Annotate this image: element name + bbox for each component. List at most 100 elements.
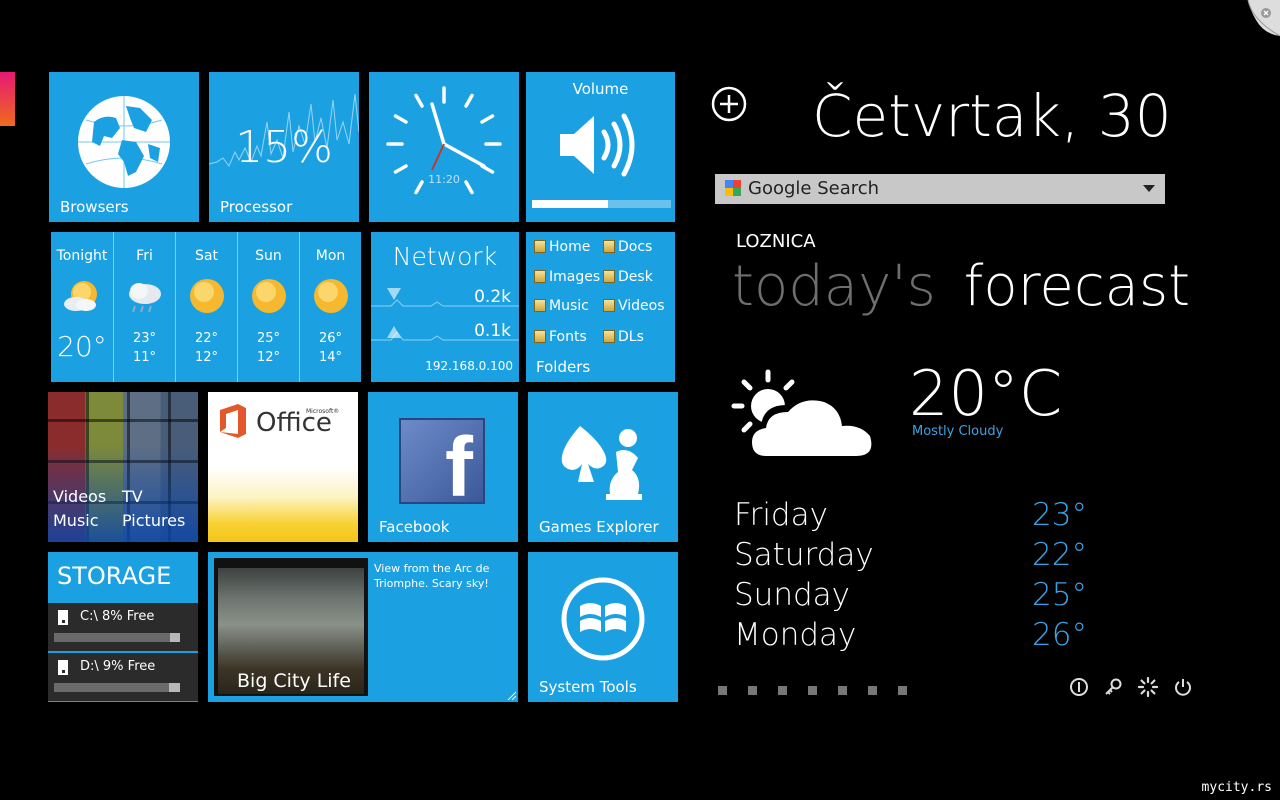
search-box[interactable]: Google Search [715, 174, 1165, 204]
forecast-heading-forecast: forecast [963, 254, 1191, 319]
drive-c[interactable]: C:\ 8% Free [48, 603, 198, 651]
weather-day-label: Sun [255, 248, 282, 264]
page-dot[interactable] [868, 686, 877, 695]
browsers-tile[interactable]: Browsers [49, 72, 199, 222]
power-icon[interactable] [1173, 677, 1193, 697]
drive-usage-fill [54, 633, 170, 642]
office-tile[interactable]: Microsoft® Office [208, 392, 358, 542]
page-dot[interactable] [838, 686, 847, 695]
clock-digital-time: 11:20 [428, 173, 460, 186]
forecast-day: Saturday [734, 537, 874, 573]
photo-tile[interactable]: Big City Life View from the Arc de Triom… [208, 552, 518, 702]
photo-frame[interactable]: Big City Life [214, 558, 368, 696]
folder-icon [603, 299, 615, 312]
folder-videos[interactable]: Videos [603, 298, 665, 314]
folders-title: Folders [536, 358, 591, 376]
folder-label: Images [549, 269, 601, 285]
drive-d[interactable]: D:\ 9% Free [48, 653, 198, 701]
folder-label: Docs [618, 239, 653, 255]
speaker-icon [560, 113, 635, 177]
weather-tile[interactable]: Tonight 20° Fri 23° 11° Sat 22° 12° Sun … [51, 232, 361, 382]
forecast-day: Monday [734, 617, 857, 653]
folder-label: DLs [618, 329, 644, 345]
forecast-heading: today's forecast [732, 254, 1190, 319]
weather-day-label: Tonight [56, 248, 108, 264]
folder-music[interactable]: Music [534, 298, 589, 314]
photo-description: View from the Arc de Triomphe. Scary sky… [374, 562, 490, 590]
weather-day-sun: Sun 25° 12° [238, 232, 300, 382]
page-dot[interactable] [778, 686, 787, 695]
weather-day-sat: Sat 22° 12° [176, 232, 238, 382]
forecast-temp: 25° [1032, 577, 1087, 613]
media-videos-label[interactable]: Videos [53, 487, 106, 506]
key-icon[interactable] [1103, 677, 1123, 697]
folder-docs[interactable]: Docs [603, 239, 652, 255]
system-tools-tile[interactable]: System Tools [528, 552, 678, 702]
chevron-down-icon[interactable] [1143, 185, 1155, 193]
resize-grip-icon[interactable] [506, 690, 516, 700]
folder-icon [534, 330, 546, 343]
weather-low: 11° [132, 350, 157, 365]
clock-tile[interactable]: 11:20 [369, 72, 519, 222]
drive-usage-fill [54, 683, 169, 692]
volume-tile[interactable]: Volume [526, 72, 675, 222]
folder-label: Home [549, 239, 591, 255]
weather-high: 22° [194, 331, 219, 346]
facebook-logo-icon: f [399, 418, 485, 514]
forecast-temp: 26° [1032, 617, 1087, 653]
volume-title: Volume [572, 80, 629, 98]
folder-label: Videos [618, 298, 665, 314]
drive-label: C:\ 8% Free [80, 609, 155, 624]
weather-high: 25° [256, 331, 281, 346]
volume-slider-fill [532, 200, 609, 208]
weather-high: 23° [132, 331, 157, 346]
folder-fonts[interactable]: Fonts [534, 329, 587, 345]
folder-home[interactable]: Home [534, 239, 590, 255]
loading-icon[interactable] [1138, 677, 1158, 697]
page-dot[interactable] [898, 686, 907, 695]
media-music-label[interactable]: Music [53, 511, 99, 530]
browsers-label: Browsers [60, 198, 129, 216]
info-icon[interactable] [1069, 677, 1089, 697]
processor-value: 15% [235, 122, 333, 173]
games-explorer-tile[interactable]: Games Explorer [528, 392, 678, 542]
network-upload-rate: 0.1k [474, 321, 511, 341]
processor-tile[interactable]: 15% Processor [209, 72, 359, 222]
page-dot[interactable] [808, 686, 817, 695]
volume-slider[interactable] [532, 200, 671, 208]
media-tile[interactable]: Videos TV Music Pictures [48, 392, 198, 542]
system-tools-label: System Tools [539, 678, 637, 696]
watermark: mycity.rs [1201, 780, 1272, 795]
media-tv-label[interactable]: TV [122, 487, 143, 506]
forecast-temp: 22° [1032, 537, 1087, 573]
media-pictures-label[interactable]: Pictures [122, 511, 185, 530]
folders-tile[interactable]: Home Docs Images Desk Music Videos Fonts… [526, 232, 675, 382]
weather-tonight-temp: 20° [57, 330, 107, 363]
spade-chess-icon [561, 426, 642, 500]
facebook-tile[interactable]: f Facebook [368, 392, 518, 542]
folder-icon [603, 330, 615, 343]
network-tile[interactable]: Network 0.2k 0.1k 192.168.0.100 [371, 232, 519, 382]
folder-desk[interactable]: Desk [603, 269, 653, 285]
page-curl-corner[interactable] [1234, 0, 1280, 44]
folder-dls[interactable]: DLs [603, 329, 644, 345]
current-temperature: 20°C [909, 357, 1063, 430]
weather-day-mon: Mon 26° 14° [300, 232, 361, 382]
folder-images[interactable]: Images [534, 269, 600, 285]
google-icon [725, 180, 741, 196]
folder-icon [603, 270, 615, 283]
folder-label: Music [549, 298, 589, 314]
weather-low: 14° [318, 350, 343, 365]
storage-tile[interactable]: STORAGE C:\ 8% Free D:\ 9% Free [48, 552, 198, 702]
drive-label: D:\ 9% Free [80, 659, 156, 674]
sunny-icon [189, 279, 224, 313]
page-dot[interactable] [748, 686, 757, 695]
network-download-rate: 0.2k [474, 287, 511, 307]
add-icon[interactable] [711, 86, 747, 122]
page-dot[interactable] [718, 686, 727, 695]
date-heading: Četvrtak, 30 [812, 82, 1172, 150]
weather-day-label: Mon [315, 248, 346, 264]
storage-title: STORAGE [57, 562, 172, 590]
forecast-day: Friday [734, 497, 828, 533]
partly-cloudy-icon [731, 369, 879, 461]
